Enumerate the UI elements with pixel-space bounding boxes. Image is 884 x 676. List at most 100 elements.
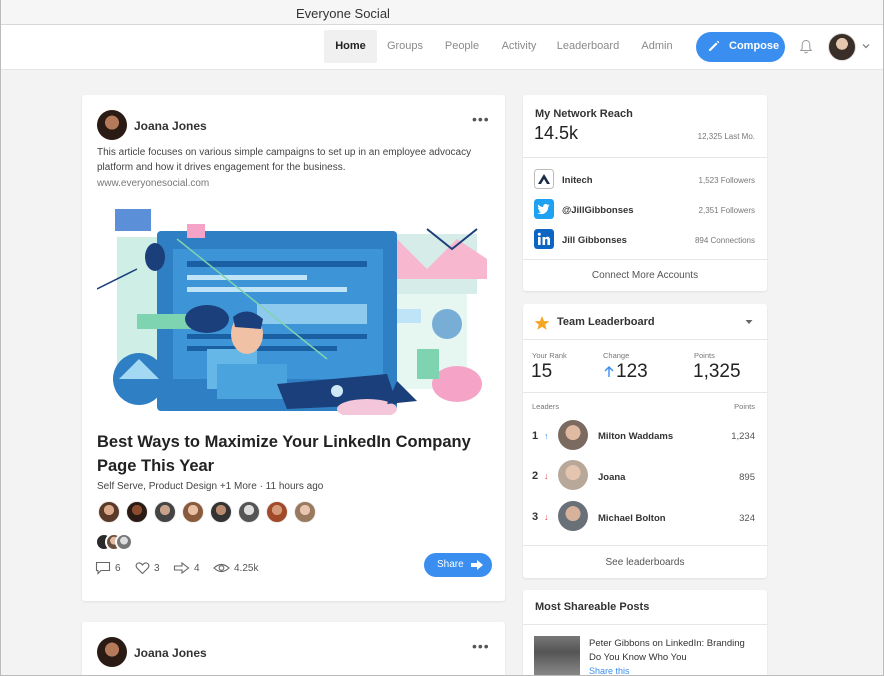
comment-icon (95, 561, 111, 575)
comments-stat[interactable]: 6 (95, 561, 125, 577)
author-name[interactable]: Joana Jones (134, 119, 207, 133)
post-card: Joana Jones ••• (82, 622, 505, 676)
share-arrow-icon (173, 561, 190, 575)
points-value: 1,325 (693, 361, 741, 382)
account-name[interactable]: @JillGibbonses (562, 205, 634, 216)
avatar[interactable] (98, 501, 120, 523)
nav-activity[interactable]: Activity (496, 30, 542, 63)
post-description: This article focuses on various simple c… (97, 147, 472, 173)
window-title: Everyone Social (296, 6, 390, 21)
avatar[interactable] (266, 501, 288, 523)
nav-groups[interactable]: Groups (382, 30, 428, 63)
leaders-label: Leaders (532, 402, 560, 411)
share-label: Share (437, 559, 464, 570)
notifications-bell-icon[interactable] (799, 39, 813, 55)
likes-stat[interactable]: 3 (135, 561, 165, 577)
network-reach-total: 14.5k (534, 123, 579, 143)
shares-count: 4 (194, 563, 200, 574)
account-name[interactable]: Jill Gibbonses (562, 235, 627, 246)
author-name[interactable]: Joana Jones (134, 646, 207, 660)
views-count: 4.25k (234, 563, 259, 574)
divider (523, 392, 767, 393)
network-reach-heading: My Network Reach (535, 108, 633, 120)
leader-points: 1,234 (731, 431, 755, 442)
leader-points: 324 (739, 513, 755, 524)
account-count: 1,523 Followers (698, 176, 755, 185)
arrow-up-icon (604, 366, 614, 377)
arrow-down-icon: ↓ (544, 471, 549, 481)
your-rank-value: 15 (531, 361, 553, 382)
leader-name[interactable]: Milton Waddams (598, 431, 673, 442)
connect-more-accounts-link[interactable]: Connect More Accounts (523, 270, 767, 281)
shareable-heading: Most Shareable Posts (535, 601, 650, 613)
arrow-down-icon: ↓ (544, 512, 549, 522)
twitter-icon (534, 199, 554, 219)
nav-home[interactable]: Home (324, 30, 377, 63)
top-nav: Home Groups People Activity Leaderboard … (0, 25, 884, 70)
arrow-up-icon: ↑ (544, 431, 549, 441)
heart-icon (135, 562, 150, 575)
divider (523, 339, 767, 340)
avatar[interactable] (126, 501, 148, 523)
avatar[interactable] (238, 501, 260, 523)
see-leaderboards-link[interactable]: See leaderboards (523, 557, 767, 568)
caret-down-icon[interactable] (745, 319, 753, 325)
nav-people[interactable]: People (440, 30, 484, 63)
avatar[interactable] (210, 501, 232, 523)
leader-rank: 2 (532, 470, 539, 482)
divider (523, 545, 767, 546)
share-button[interactable]: Share (424, 553, 492, 577)
leader-rank: 1 (532, 430, 539, 442)
change-value: 123 (616, 361, 648, 382)
eye-icon (213, 563, 230, 573)
author-avatar[interactable] (97, 637, 127, 667)
leader-rank: 3 (532, 511, 539, 523)
user-avatar[interactable] (828, 33, 856, 61)
account-count: 2,351 Followers (698, 206, 755, 215)
leader-name[interactable]: Joana (598, 472, 625, 483)
account-name[interactable]: Initech (562, 175, 593, 186)
avatar[interactable] (182, 501, 204, 523)
comments-count: 6 (115, 563, 121, 574)
avatar[interactable] (558, 460, 588, 490)
network-reach-card: My Network Reach 14.5k 12,325 Last Mo. I… (523, 95, 767, 291)
leader-points: 895 (739, 472, 755, 483)
shareable-post-title[interactable]: Peter Gibbons on LinkedIn: Branding Do Y… (589, 637, 759, 665)
linkedin-icon (534, 229, 554, 249)
avatar[interactable] (154, 501, 176, 523)
post-card: Joana Jones ••• This article focuses on … (82, 95, 505, 601)
author-avatar[interactable] (97, 110, 127, 140)
compose-label: Compose (729, 40, 780, 52)
share-arrow-icon (471, 560, 483, 570)
points-label: Points (694, 351, 715, 360)
star-icon (534, 316, 550, 330)
compose-button[interactable]: Compose (696, 32, 785, 62)
avatar[interactable] (294, 501, 316, 523)
window-border (0, 0, 1, 676)
more-options-icon[interactable]: ••• (472, 638, 490, 654)
post-thumbnail[interactable] (534, 636, 580, 676)
change-label: Change (603, 351, 630, 360)
most-shareable-posts-card: Most Shareable Posts Peter Gibbons on Li… (523, 590, 767, 676)
your-rank-label: Your Rank (532, 351, 567, 360)
avatar[interactable] (558, 420, 588, 450)
post-title[interactable]: Best Ways to Maximize Your LinkedIn Comp… (97, 430, 492, 478)
window-titlebar: Everyone Social (0, 0, 884, 25)
divider (523, 259, 767, 260)
leaders-points-label: Points (734, 402, 755, 411)
more-options-icon[interactable]: ••• (472, 111, 490, 127)
pencil-icon (709, 40, 720, 51)
shares-stat[interactable]: 4 (173, 561, 203, 577)
chevron-down-icon[interactable] (862, 42, 870, 50)
nav-admin[interactable]: Admin (635, 30, 679, 63)
leader-name[interactable]: Michael Bolton (598, 513, 666, 524)
leaderboard-heading: Team Leaderboard (557, 316, 655, 328)
likes-count: 3 (154, 563, 160, 574)
avatar[interactable] (558, 501, 588, 531)
avatar[interactable] (115, 533, 133, 551)
post-meta: Self Serve, Product Design +1 More · 11 … (97, 481, 324, 492)
team-leaderboard-card: Team Leaderboard Your Rank 15 Change 123… (523, 304, 767, 578)
post-illustration[interactable] (97, 209, 490, 415)
nav-leaderboard[interactable]: Leaderboard (553, 30, 623, 63)
post-url[interactable]: www.everyonesocial.com (97, 178, 209, 189)
